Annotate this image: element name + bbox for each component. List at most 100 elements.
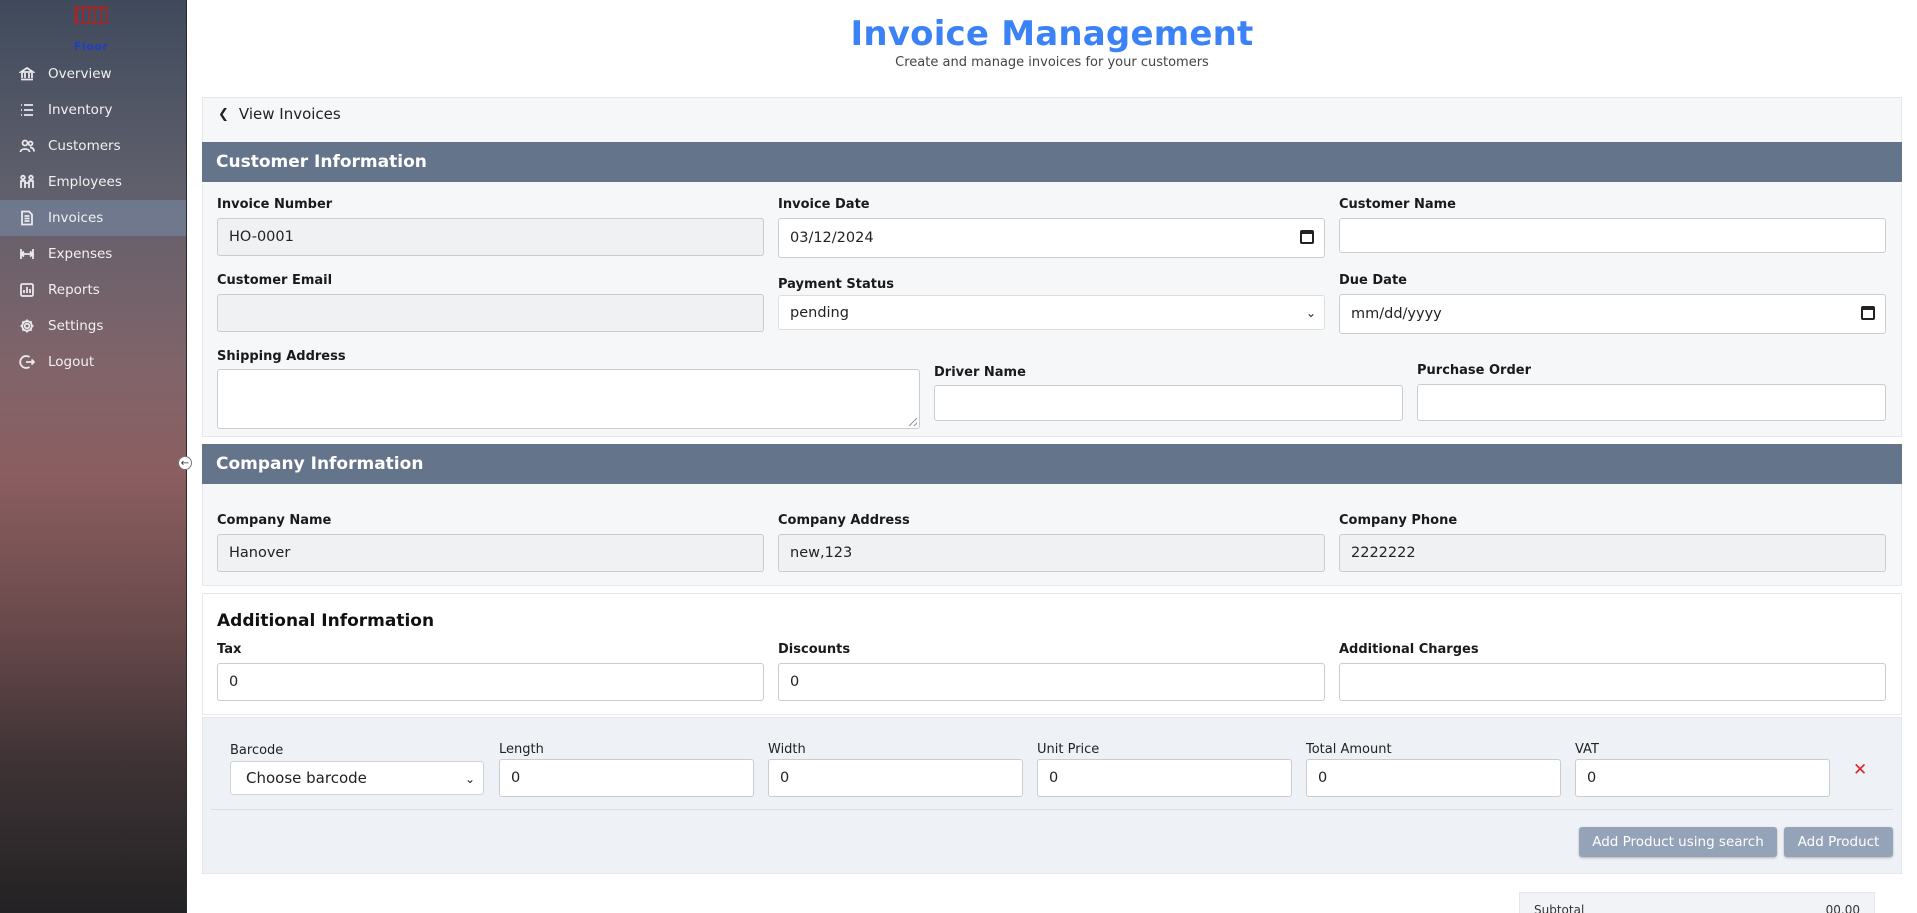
add-product-search-label: Add Product using search: [1592, 834, 1764, 850]
view-invoices-label: View Invoices: [238, 105, 341, 123]
sidebar-item-label: Settings: [48, 318, 104, 334]
invoice-icon: [18, 209, 36, 227]
view-invoices-link[interactable]: ❮ View Invoices: [218, 105, 341, 123]
sidebar-item-label: Inventory: [48, 102, 113, 118]
shipping-address-label: Shipping Address: [217, 349, 346, 364]
unit-price-field[interactable]: 0: [1037, 759, 1292, 797]
discounts-field[interactable]: 0: [778, 663, 1325, 701]
vat-value: 0: [1587, 770, 1597, 786]
chevron-down-icon: ⌄: [464, 772, 475, 786]
sidebar-item-expenses[interactable]: Expenses: [0, 236, 186, 272]
sidebar-item-label: Expenses: [48, 246, 113, 262]
sidebar-item-label: Employees: [48, 174, 122, 190]
expenses-icon: [18, 245, 36, 263]
collapse-sidebar-icon[interactable]: ←: [178, 456, 192, 470]
invoice-number-label: Invoice Number: [217, 197, 333, 212]
vat-label: VAT: [1575, 742, 1599, 757]
logout-icon: [18, 353, 36, 371]
resize-grip-icon[interactable]: [909, 418, 917, 426]
due-date-label: Due Date: [1339, 273, 1407, 288]
purchase-order-field[interactable]: [1417, 384, 1886, 421]
tax-label: Tax: [217, 642, 242, 657]
company-address-label: Company Address: [778, 513, 910, 528]
purchase-order-label: Purchase Order: [1417, 363, 1532, 378]
customer-email-label: Customer Email: [217, 273, 333, 288]
company-phone-field[interactable]: 2222222: [1339, 534, 1886, 572]
width-value: 0: [780, 770, 790, 786]
company-address-field[interactable]: new,123: [778, 534, 1325, 572]
due-date-field[interactable]: mm/dd/yyyy: [1339, 294, 1886, 334]
company-address-value: new,123: [790, 545, 853, 561]
chevron-down-icon: ⌄: [1305, 306, 1316, 320]
total-amount-field[interactable]: 0: [1306, 759, 1561, 797]
logo-mark-icon: [74, 6, 108, 24]
add-product-search-button[interactable]: Add Product using search: [1579, 827, 1777, 857]
add-product-button[interactable]: Add Product: [1784, 827, 1893, 857]
sidebar-nav: Overview Inventory Customers Employees I…: [0, 56, 186, 380]
customer-name-field[interactable]: [1339, 218, 1886, 253]
company-name-field[interactable]: Hanover: [217, 534, 764, 572]
subtotal-box: Subtotal 00.00: [1519, 892, 1875, 913]
invoice-number-field[interactable]: HO-0001: [217, 218, 764, 256]
product-divider: [211, 809, 1893, 810]
main-content: Invoice Management Create and manage inv…: [187, 0, 1917, 913]
payment-status-select[interactable]: pending ⌄: [778, 295, 1325, 330]
company-phone-value: 2222222: [1351, 545, 1416, 561]
additional-charges-label: Additional Charges: [1339, 642, 1479, 657]
discounts-label: Discounts: [778, 642, 851, 657]
shipping-address-textarea[interactable]: [217, 369, 920, 429]
company-logo[interactable]: Floor: [56, 6, 126, 53]
customer-name-label: Customer Name: [1339, 197, 1456, 212]
sidebar-item-settings[interactable]: Settings: [0, 308, 186, 344]
logo-text: Floor: [73, 40, 109, 53]
invoice-date-value: 03/12/2024: [790, 230, 874, 246]
company-name-label: Company Name: [217, 513, 332, 528]
subtotal-value: 00.00: [1825, 903, 1860, 913]
customer-email-field[interactable]: [217, 294, 764, 332]
sidebar-item-reports[interactable]: Reports: [0, 272, 186, 308]
sidebar-item-logout[interactable]: Logout: [0, 344, 186, 380]
calendar-icon[interactable]: [1861, 306, 1875, 320]
sidebar-item-label: Reports: [48, 282, 100, 298]
invoice-date-field[interactable]: 03/12/2024: [778, 218, 1325, 258]
users-icon: [18, 137, 36, 155]
sidebar-item-overview[interactable]: Overview: [0, 56, 186, 92]
tax-value: 0: [229, 674, 239, 690]
sidebar-item-employees[interactable]: Employees: [0, 164, 186, 200]
tax-field[interactable]: 0: [217, 663, 764, 701]
company-phone-label: Company Phone: [1339, 513, 1458, 528]
invoice-date-label: Invoice Date: [778, 197, 870, 212]
barcode-label: Barcode: [230, 743, 284, 758]
sidebar-item-customers[interactable]: Customers: [0, 128, 186, 164]
width-field[interactable]: 0: [768, 759, 1023, 797]
total-amount-label: Total Amount: [1306, 742, 1392, 757]
sidebar-item-label: Customers: [48, 138, 121, 154]
bank-icon: [18, 65, 36, 83]
sidebar: Floor Overview Inventory Customers Emplo…: [0, 0, 187, 913]
list-icon: [18, 101, 36, 119]
page-subtitle: Create and manage invoices for your cust…: [895, 55, 1209, 70]
payment-status-value: pending: [790, 304, 849, 321]
payment-status-label: Payment Status: [778, 277, 894, 292]
barcode-select[interactable]: Choose barcode ⌄: [230, 761, 484, 795]
driver-name-field[interactable]: [934, 385, 1403, 421]
add-product-label: Add Product: [1797, 834, 1880, 850]
due-date-placeholder: mm/dd/yyyy: [1351, 306, 1442, 322]
company-name-value: Hanover: [229, 545, 291, 561]
width-label: Width: [768, 742, 806, 757]
sidebar-item-label: Invoices: [48, 210, 104, 226]
vat-field[interactable]: 0: [1575, 759, 1830, 797]
remove-product-icon[interactable]: ✕: [1853, 760, 1867, 780]
length-value: 0: [511, 770, 521, 786]
company-information-heading: Company Information: [202, 444, 1902, 484]
length-field[interactable]: 0: [499, 759, 754, 797]
chevron-left-icon: ❮: [218, 106, 229, 122]
invoice-number-value: HO-0001: [229, 229, 294, 245]
reports-icon: [18, 281, 36, 299]
sidebar-item-invoices[interactable]: Invoices: [0, 200, 186, 236]
subtotal-label: Subtotal: [1534, 903, 1585, 913]
sidebar-item-label: Overview: [48, 66, 112, 82]
additional-charges-field[interactable]: [1339, 663, 1886, 701]
calendar-icon[interactable]: [1300, 230, 1314, 244]
sidebar-item-inventory[interactable]: Inventory: [0, 92, 186, 128]
